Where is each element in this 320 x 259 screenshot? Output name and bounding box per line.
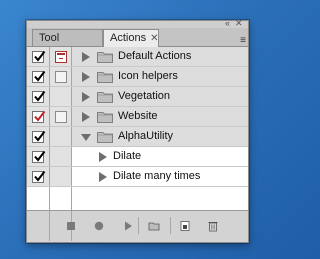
dialog-toggle-icon[interactable]: [55, 51, 67, 63]
checkmark-icon: [34, 110, 46, 122]
action-set-row[interactable]: Default Actions: [27, 47, 248, 67]
tab-label: Actions: [110, 32, 147, 44]
toggle-checkbox[interactable]: [32, 70, 46, 83]
action-label: Dilate many times: [113, 170, 201, 182]
action-set-label: Default Actions: [118, 50, 192, 62]
dialog-cell: [50, 167, 72, 186]
toolbar-col-divider: [27, 211, 50, 241]
panel-title-strip[interactable]: [27, 21, 248, 28]
action-set-row[interactable]: Vegetation: [27, 87, 248, 107]
toggle-cell: [27, 107, 50, 126]
toggle-checkbox[interactable]: [32, 130, 46, 143]
toggle-checkbox[interactable]: [32, 90, 46, 103]
toggle-checkbox[interactable]: [32, 50, 46, 63]
disclosure-closed-icon[interactable]: [81, 72, 91, 82]
panel-close-icon[interactable]: ✕: [235, 19, 243, 28]
actions-toolbar: [27, 211, 248, 241]
checkmark-icon: [34, 130, 46, 142]
action-set-label: Website: [118, 110, 158, 122]
toggle-cell: [27, 87, 50, 106]
new-action-icon[interactable]: [179, 220, 191, 232]
disclosure-closed-icon[interactable]: [81, 52, 91, 62]
folder-icon: [97, 52, 113, 63]
actions-panel: « ✕ Tool Presets Actions✕ ≡ Default Acti…: [26, 19, 249, 243]
play-icon[interactable]: [122, 220, 134, 232]
disclosure-closed-icon[interactable]: [81, 92, 91, 102]
toggle-cell: [27, 147, 50, 166]
action-set-label: Icon helpers: [118, 70, 178, 82]
toggle-checkbox[interactable]: [32, 110, 46, 123]
panel-menu-icon[interactable]: ≡: [240, 36, 246, 46]
delete-icon[interactable]: [207, 220, 219, 232]
checkmark-icon: [34, 150, 46, 162]
empty-column-fill: [27, 187, 50, 210]
empty-column-fill: [50, 187, 72, 210]
toggle-cell: [27, 167, 50, 186]
dialog-cell: [50, 87, 72, 106]
folder-icon: [97, 112, 113, 123]
dialog-cell: [50, 47, 72, 66]
toggle-checkbox[interactable]: [32, 170, 46, 183]
dialog-cell: [50, 67, 72, 86]
collapse-icon[interactable]: «: [225, 19, 230, 28]
folder-icon: [97, 92, 113, 103]
checkmark-icon: [34, 70, 46, 82]
dialog-toggle-empty[interactable]: [55, 71, 67, 83]
dialog-cell: [50, 127, 72, 146]
action-set-label: Vegetation: [118, 90, 170, 102]
action-label: Dilate: [113, 150, 142, 162]
toggle-cell: [27, 47, 50, 66]
checkmark-icon: [34, 170, 46, 182]
toolbar-separator: [170, 217, 171, 234]
dialog-toggle-empty[interactable]: [55, 111, 67, 123]
dialog-cell: [50, 147, 72, 166]
toggle-checkbox[interactable]: [32, 150, 46, 163]
disclosure-open-icon[interactable]: [81, 132, 91, 142]
action-row[interactable]: Dilate many times: [27, 167, 248, 187]
folder-icon: [97, 132, 113, 143]
action-set-row[interactable]: AlphaUtility: [27, 127, 248, 147]
checkmark-icon: [34, 50, 46, 62]
record-icon[interactable]: [93, 220, 105, 232]
tab-actions[interactable]: Actions ✕: [103, 29, 159, 47]
stop-icon[interactable]: [65, 220, 77, 232]
toggle-cell: [27, 127, 50, 146]
folder-icon: [97, 72, 113, 83]
action-set-label: AlphaUtility: [118, 130, 174, 142]
tab-close-icon[interactable]: ✕: [150, 33, 158, 44]
disclosure-closed-icon[interactable]: [98, 152, 108, 162]
new-set-icon[interactable]: [148, 220, 160, 232]
tab-tool-presets[interactable]: Tool Presets: [32, 29, 103, 61]
action-set-row[interactable]: Website: [27, 107, 248, 127]
action-row[interactable]: Dilate: [27, 147, 248, 167]
toggle-cell: [27, 67, 50, 86]
actions-list: Default Actions Icon helpers Vegetation Web…: [27, 47, 248, 211]
tab-bar: Tool Presets Actions✕ ≡: [27, 28, 248, 61]
disclosure-closed-icon[interactable]: [81, 112, 91, 122]
dialog-cell: [50, 107, 72, 126]
action-set-row[interactable]: Icon helpers: [27, 67, 248, 87]
checkmark-icon: [34, 90, 46, 102]
toolbar-separator: [138, 217, 139, 234]
disclosure-closed-icon[interactable]: [98, 172, 108, 182]
